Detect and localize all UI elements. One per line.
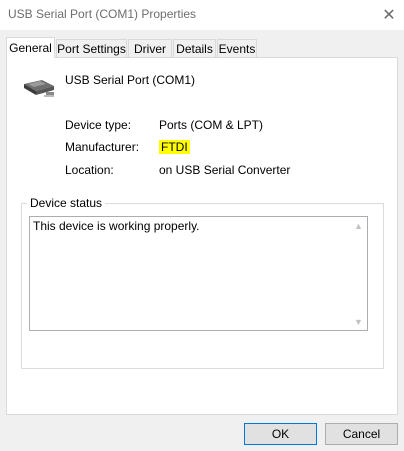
tab-label: Port Settings [57, 41, 126, 56]
tab-label: General [9, 41, 52, 55]
general-tab-panel: USB Serial Port (COM1) Device type: Port… [6, 57, 398, 415]
title-bar: USB Serial Port (COM1) Properties ✕ [0, 0, 404, 30]
tab-label: Details [176, 41, 213, 56]
tab-driver[interactable]: Driver [128, 39, 172, 57]
tab-strip: General Port Settings Driver Details Eve… [6, 37, 398, 58]
tab-label: Events [218, 41, 256, 56]
location-label: Location: [65, 163, 114, 177]
ok-button[interactable]: OK [244, 423, 317, 445]
tab-label: Driver [134, 41, 166, 56]
device-type-value: Ports (COM & LPT) [159, 118, 264, 132]
manufacturer-highlight: FTDI [159, 140, 190, 154]
device-status-label: Device status [27, 196, 106, 210]
device-status-text: This device is working properly. [33, 219, 200, 233]
tab-events[interactable]: Events [217, 39, 257, 57]
device-name: USB Serial Port (COM1) [65, 73, 196, 87]
vertical-scrollbar[interactable]: ▲ ▼ [350, 217, 367, 330]
device-status-textbox[interactable]: This device is working properly. ▲ ▼ [29, 216, 368, 331]
close-icon: ✕ [382, 7, 396, 24]
device-status-group: Device status This device is working pro… [21, 196, 384, 369]
device-type-label: Device type: [65, 118, 132, 132]
location-value: on USB Serial Converter [159, 163, 291, 177]
properties-dialog: USB Serial Port (COM1) Properties ✕ Gene… [0, 0, 404, 451]
manufacturer-value: FTDI [159, 140, 190, 154]
usb-connector-icon [24, 80, 54, 97]
tab-port-settings[interactable]: Port Settings [56, 39, 127, 57]
tab-general[interactable]: General [6, 37, 55, 58]
scroll-down-icon[interactable]: ▼ [350, 313, 367, 330]
close-button[interactable]: ✕ [374, 0, 404, 30]
scroll-up-icon[interactable]: ▲ [350, 217, 367, 234]
window-title: USB Serial Port (COM1) Properties [8, 7, 197, 21]
manufacturer-label: Manufacturer: [65, 140, 140, 154]
cancel-button[interactable]: Cancel [325, 423, 398, 445]
tab-details[interactable]: Details [173, 39, 216, 57]
